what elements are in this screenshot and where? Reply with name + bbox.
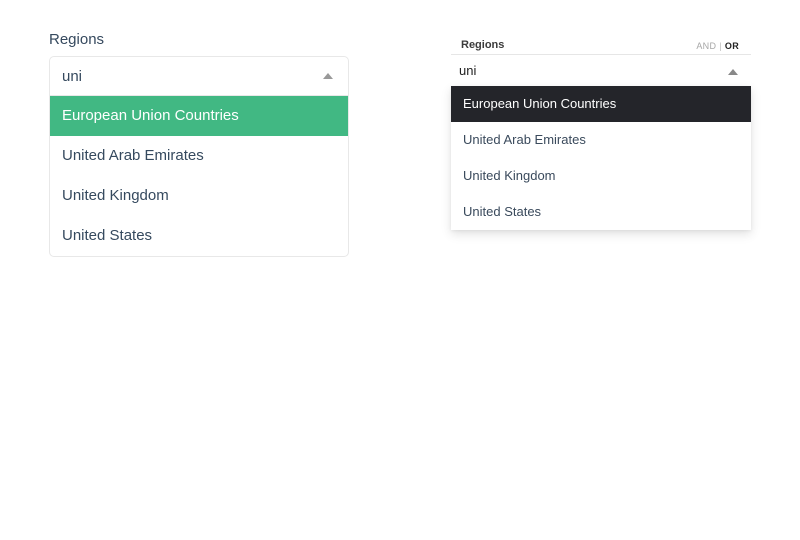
right-options-list: European Union Countries United Arab Emi… xyxy=(451,86,751,230)
right-region-select: Regions AND|OR European Union Countries … xyxy=(451,38,751,230)
left-option-united-states[interactable]: United States xyxy=(50,216,348,256)
left-regions-label: Regions xyxy=(49,31,105,48)
left-select-control[interactable] xyxy=(50,57,348,96)
left-option-european-union-countries[interactable]: European Union Countries xyxy=(50,96,348,136)
left-options-list: European Union Countries United Arab Emi… xyxy=(50,96,348,256)
right-regions-label: Regions xyxy=(461,39,505,51)
right-option-united-states[interactable]: United States xyxy=(451,194,751,230)
right-select-header: Regions AND | OR xyxy=(451,38,751,54)
left-option-united-kingdom[interactable]: United Kingdom xyxy=(50,176,348,216)
right-option-united-kingdom[interactable]: United Kingdom xyxy=(451,158,751,194)
logic-and-option[interactable]: AND xyxy=(696,41,716,51)
logic-or-option[interactable]: OR xyxy=(725,41,739,51)
right-select-control[interactable] xyxy=(451,54,751,86)
left-region-select: Regions European Union Countries United … xyxy=(49,30,349,257)
caret-up-icon[interactable] xyxy=(323,73,333,79)
left-select-box: European Union Countries United Arab Emi… xyxy=(49,56,349,257)
left-option-united-arab-emirates[interactable]: United Arab Emirates xyxy=(50,136,348,176)
caret-up-icon[interactable] xyxy=(728,69,738,75)
logic-toggle: AND | OR xyxy=(696,41,739,51)
right-search-input[interactable] xyxy=(459,55,699,85)
right-option-european-union-countries[interactable]: European Union Countries xyxy=(451,86,751,122)
page: Regions European Union Countries United … xyxy=(0,0,800,540)
logic-separator: | xyxy=(719,41,722,51)
right-option-united-arab-emirates[interactable]: United Arab Emirates xyxy=(451,122,751,158)
left-search-input[interactable] xyxy=(62,57,302,96)
